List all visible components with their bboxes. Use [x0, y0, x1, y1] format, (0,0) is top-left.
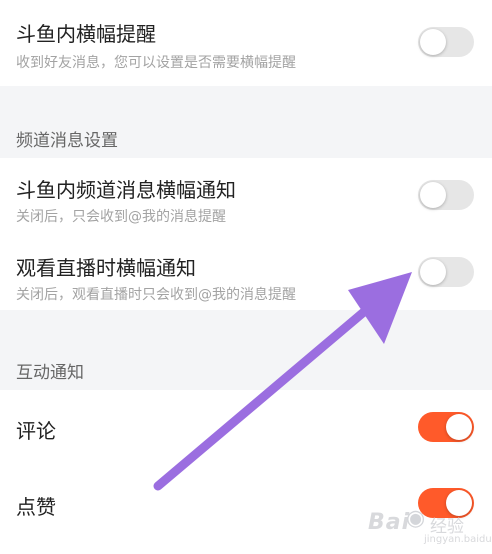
toggle-knob	[420, 29, 446, 55]
comment-row[interactable]: 评论	[0, 390, 492, 466]
like-title: 点赞	[16, 495, 56, 519]
comment-title: 评论	[16, 419, 56, 443]
banner-reminder-title: 斗鱼内横幅提醒	[16, 22, 156, 46]
channel-section-header: 频道消息设置	[16, 131, 118, 151]
toggle-knob	[420, 259, 446, 285]
channel-banner-row[interactable]: 斗鱼内频道消息横幅通知 关闭后，只会收到@我的消息提醒	[0, 158, 492, 236]
comment-toggle[interactable]	[418, 412, 474, 442]
live-banner-row[interactable]: 观看直播时横幅通知 关闭后，观看直播时只会收到@我的消息提醒	[0, 236, 492, 310]
notification-settings-page: 斗鱼内横幅提醒 收到好友消息，您可以设置是否需要横幅提醒 频道消息设置 斗鱼内频…	[0, 0, 492, 554]
interaction-section-header: 互动通知	[16, 363, 84, 383]
baidu-watermark: Bai ◉ 经验 jingyan.baidu.com	[368, 506, 492, 546]
channel-banner-toggle[interactable]	[418, 180, 474, 210]
banner-reminder-subtitle: 收到好友消息，您可以设置是否需要横幅提醒	[16, 55, 296, 71]
toggle-knob	[420, 182, 446, 208]
banner-reminder-row[interactable]: 斗鱼内横幅提醒 收到好友消息，您可以设置是否需要横幅提醒	[0, 0, 492, 86]
banner-reminder-toggle[interactable]	[418, 27, 474, 57]
channel-banner-title: 斗鱼内频道消息横幅通知	[16, 178, 236, 202]
watermark-url: jingyan.baidu.com	[424, 534, 492, 545]
watermark-brand: Bai	[368, 510, 411, 535]
live-banner-subtitle: 关闭后，观看直播时只会收到@我的消息提醒	[16, 287, 296, 303]
channel-banner-subtitle: 关闭后，只会收到@我的消息提醒	[16, 209, 226, 225]
paw-icon: ◉	[406, 506, 426, 531]
live-banner-toggle[interactable]	[418, 257, 474, 287]
live-banner-title: 观看直播时横幅通知	[16, 256, 196, 280]
toggle-knob	[446, 414, 472, 440]
